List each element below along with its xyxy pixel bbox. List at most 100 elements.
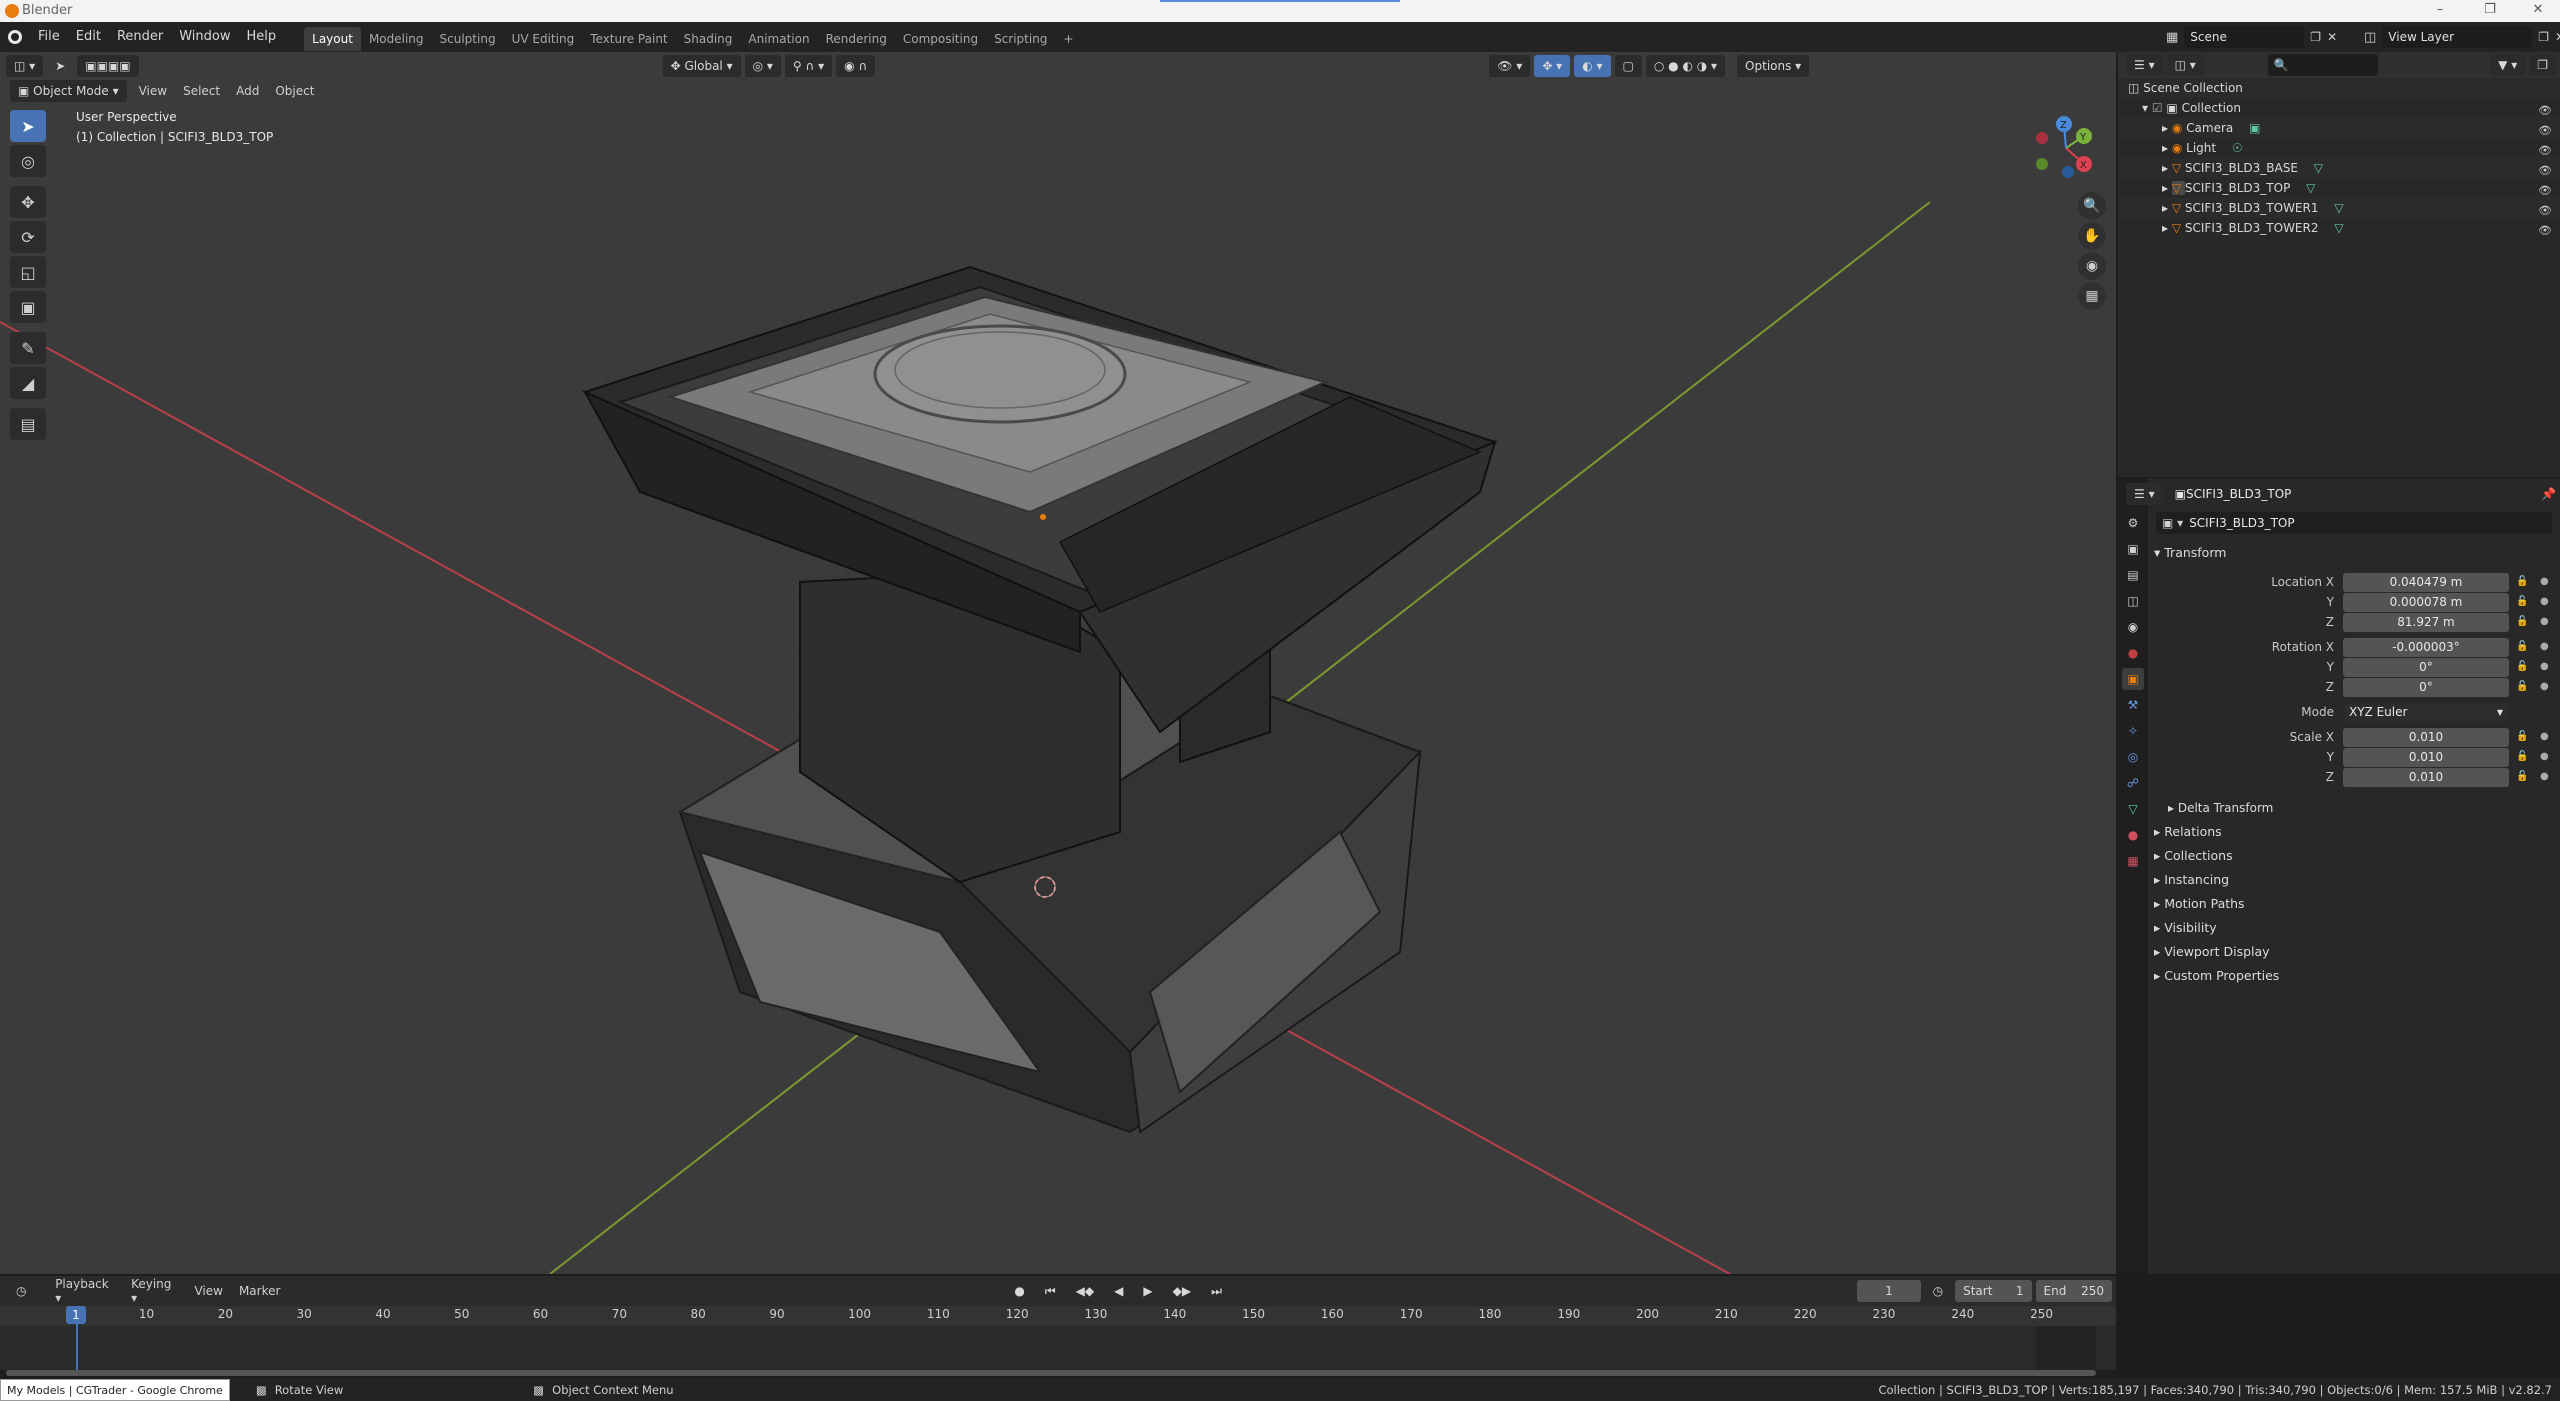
restore-icon[interactable]: ❐ [2470, 2, 2510, 20]
minimize-icon[interactable]: – [2420, 2, 2460, 20]
rotation-x-field[interactable]: -0.000003° [2343, 638, 2509, 657]
marker-menu[interactable]: Marker [231, 1284, 288, 1298]
pivot-point-button[interactable]: ◎ ▾ [744, 55, 781, 77]
modifier-tab-icon[interactable]: ⚒ [2122, 694, 2144, 716]
3d-viewport[interactable]: X Y Z [0, 52, 2116, 1274]
outliner-search-input[interactable]: 🔍 [2267, 54, 2378, 76]
lock-icon[interactable]: 🔓 [2516, 751, 2528, 762]
visibility-button[interactable]: 👁 ▾ [1489, 55, 1531, 77]
world-tab-icon[interactable]: ● [2122, 642, 2144, 664]
outliner-editor-type[interactable]: ☰ ▾ [2126, 54, 2163, 76]
object-mode-dropdown[interactable]: ▣ Object Mode ▾ [10, 80, 127, 102]
material-tab-icon[interactable]: ● [2122, 824, 2144, 846]
lock-icon[interactable]: 🔓 [2516, 661, 2528, 672]
outliner-item-tower1[interactable]: ▸ ▽ SCIFI3_BLD3_TOWER1 ▽ 👁 [2118, 198, 2560, 218]
new-scene-icon[interactable]: ❐ [2310, 30, 2321, 44]
lock-icon[interactable]: 🔓 [2516, 681, 2528, 692]
tab-modeling[interactable]: Modeling [361, 27, 432, 51]
menu-edit[interactable]: Edit [68, 22, 109, 52]
lock-icon[interactable]: 🔓 [2516, 641, 2528, 652]
view-menu[interactable]: View [131, 84, 175, 98]
outliner-item-light[interactable]: ▸ ◉ Light ☉ 👁 [2118, 138, 2560, 158]
timeline-view-menu[interactable]: View [186, 1284, 230, 1298]
overlay-toggle-button[interactable]: ◐ ▾ [1574, 55, 1611, 77]
tab-scripting[interactable]: Scripting [986, 27, 1055, 51]
tab-rendering[interactable]: Rendering [818, 27, 895, 51]
custom-properties-panel-header[interactable]: ▸ Custom Properties [2154, 964, 2279, 988]
select-box-modes[interactable]: ▣▣▣▣ [77, 55, 139, 77]
filter-icon[interactable]: ▼ ▾ [2490, 54, 2526, 76]
lock-icon[interactable]: 🔓 [2516, 731, 2528, 742]
viewport-display-panel-header[interactable]: ▸ Viewport Display [2154, 940, 2270, 964]
delta-transform-header[interactable]: ▸ Delta Transform [2168, 796, 2273, 820]
select-mode-button[interactable]: ➤ [47, 55, 74, 77]
perspective-toggle-icon[interactable]: ▦ [2078, 282, 2106, 310]
record-button[interactable]: ● [1006, 1280, 1033, 1302]
location-x-field[interactable]: 0.040479 m [2343, 573, 2509, 592]
rotate-tool-icon[interactable]: ⟳ [10, 221, 46, 253]
use-preview-range-icon[interactable]: ◷ [1924, 1280, 1952, 1302]
object-tab-icon[interactable]: ▣ [2122, 668, 2144, 690]
tab-shading[interactable]: Shading [676, 27, 741, 51]
zoom-icon[interactable]: 🔍 [2078, 192, 2106, 220]
tab-animation[interactable]: Animation [740, 27, 817, 51]
render-tab-icon[interactable]: ▣ [2122, 538, 2144, 560]
display-mode-dropdown[interactable]: ◫ ▾ [2166, 54, 2204, 76]
select-box-tool-icon[interactable]: ➤ [10, 110, 46, 142]
move-tool-icon[interactable]: ✥ [10, 186, 46, 218]
lock-icon[interactable]: 🔓 [2516, 616, 2528, 627]
location-z-field[interactable]: 81.927 m [2343, 613, 2509, 632]
camera-view-icon[interactable]: ◉ [2078, 252, 2106, 280]
object-data-tab-icon[interactable]: ▽ [2122, 798, 2144, 820]
scene-name-field[interactable]: Scene [2184, 26, 2305, 48]
snap-button[interactable]: ⚲ ∩ ▾ [784, 55, 833, 77]
scene-selector[interactable]: ▦ Scene ❐ ✕ [2166, 26, 2337, 48]
menu-file[interactable]: File [30, 22, 68, 52]
rotation-z-field[interactable]: 0° [2343, 678, 2509, 697]
keyframe-dot-icon[interactable]: ● [2540, 661, 2549, 672]
constraints-tab-icon[interactable]: ☍ [2122, 772, 2144, 794]
instancing-panel-header[interactable]: ▸ Instancing [2154, 868, 2229, 892]
keyframe-dot-icon[interactable]: ● [2540, 616, 2549, 627]
outliner-item-camera[interactable]: ▸ ◉ Camera ▣ 👁 [2118, 118, 2560, 138]
start-frame-field[interactable]: Start 1 [1955, 1280, 2032, 1302]
add-workspace-icon[interactable]: + [1055, 27, 1081, 51]
keyframe-dot-icon[interactable]: ● [2540, 596, 2549, 607]
play-icon[interactable]: ▶ [1135, 1280, 1161, 1302]
scene-tab-icon[interactable]: ◉ [2122, 616, 2144, 638]
visibility-panel-header[interactable]: ▸ Visibility [2154, 916, 2217, 940]
outliner-item-top[interactable]: ▸ ▽ SCIFI3_BLD3_TOP ▽ 👁 [2118, 178, 2560, 198]
new-view-layer-icon[interactable]: ❐ [2538, 30, 2549, 44]
blender-menu-icon[interactable] [0, 22, 30, 52]
checkbox-icon[interactable]: ☑ [2152, 101, 2167, 115]
keyframe-dot-icon[interactable]: ● [2540, 751, 2549, 762]
view-layer-field[interactable]: View Layer [2382, 26, 2533, 48]
current-frame-field[interactable]: 1 [1857, 1280, 1921, 1302]
scale-x-field[interactable]: 0.010 [2343, 728, 2509, 747]
add-cube-tool-icon[interactable]: ▤ [10, 408, 46, 440]
timeline-scrollbar[interactable] [6, 1370, 2106, 1376]
menu-window[interactable]: Window [171, 22, 238, 52]
scale-z-field[interactable]: 0.010 [2343, 768, 2509, 787]
menu-help[interactable]: Help [239, 22, 285, 52]
select-menu[interactable]: Select [175, 84, 228, 98]
jump-end-icon[interactable]: ⏭ [1203, 1280, 1230, 1302]
tab-layout[interactable]: Layout [304, 26, 361, 51]
tab-texture-paint[interactable]: Texture Paint [582, 27, 675, 51]
proportional-edit-button[interactable]: ◉ ∩ [836, 55, 876, 77]
rotation-y-field[interactable]: 0° [2343, 658, 2509, 677]
outliner-scene-collection[interactable]: ◫ Scene Collection [2118, 78, 2560, 98]
lock-icon[interactable]: 🔓 [2516, 771, 2528, 782]
lock-icon[interactable]: 🔓 [2516, 576, 2528, 587]
transform-panel-header[interactable]: ▾ Transform [2154, 541, 2226, 565]
keyframe-dot-icon[interactable]: ● [2540, 771, 2549, 782]
expand-icon[interactable]: ▾ [2142, 101, 2152, 115]
scale-y-field[interactable]: 0.010 [2343, 748, 2509, 767]
transform-orientation-dropdown[interactable]: ✥ Global ▾ [662, 55, 741, 77]
cursor-tool-icon[interactable]: ◎ [10, 145, 46, 177]
tool-tab-icon[interactable]: ⚙ [2122, 512, 2144, 534]
rotation-mode-dropdown[interactable]: XYZ Euler ▾ [2343, 703, 2509, 722]
xray-toggle-button[interactable]: ▢ [1614, 55, 1642, 77]
output-tab-icon[interactable]: ▤ [2122, 564, 2144, 586]
play-reverse-icon[interactable]: ◀ [1106, 1280, 1132, 1302]
